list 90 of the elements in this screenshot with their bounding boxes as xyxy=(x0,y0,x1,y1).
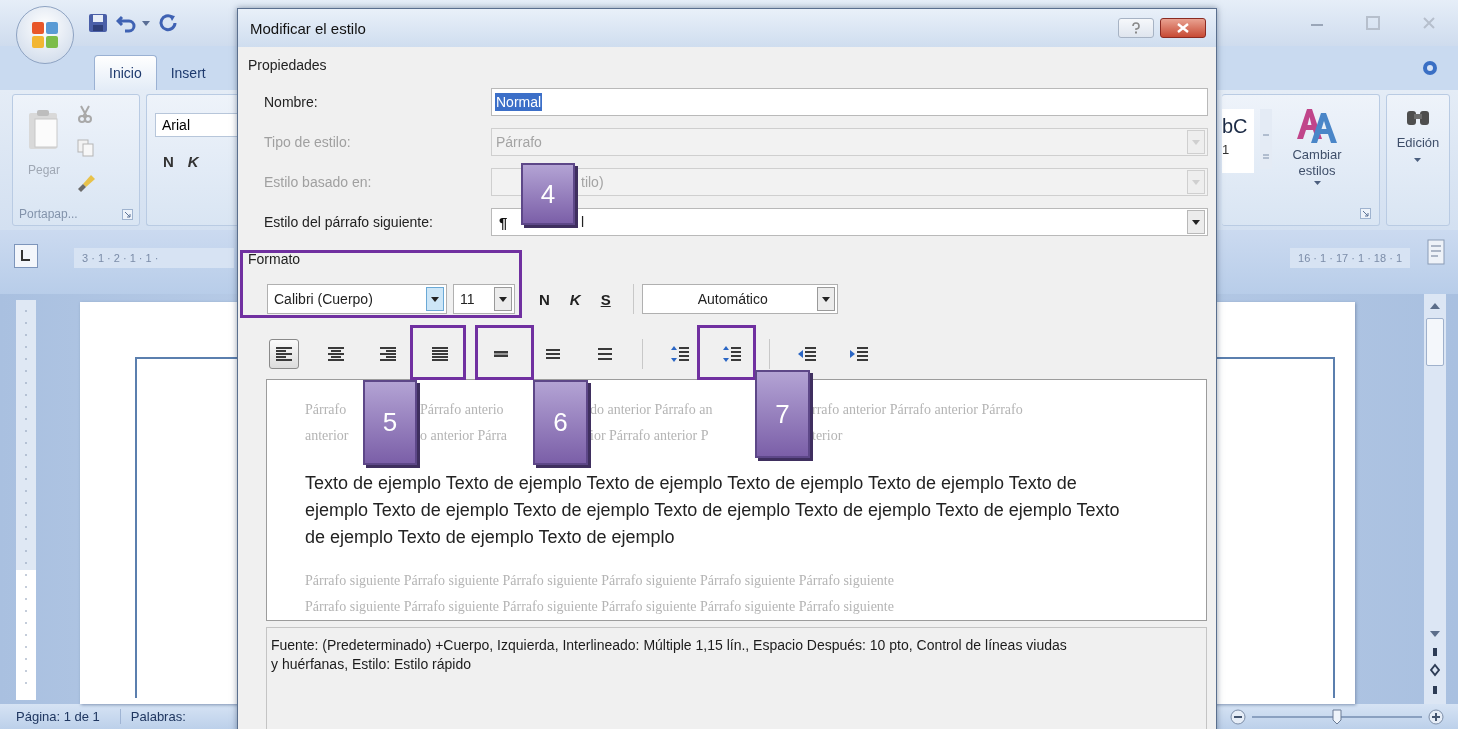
help-button[interactable] xyxy=(1118,18,1154,38)
underline-button[interactable]: S xyxy=(600,290,611,308)
editing-button[interactable]: Edición xyxy=(1396,107,1440,163)
field-value: Párrafo xyxy=(495,133,543,151)
callout-number: 4 xyxy=(521,163,575,225)
close-button[interactable] xyxy=(1160,18,1206,38)
ruler-toggle-icon[interactable] xyxy=(1426,238,1446,266)
style-name: 1 xyxy=(1222,142,1231,157)
paragraph-spacing-icon xyxy=(670,345,690,363)
next-paragraph-text: Párrafo siguiente Párrafo siguiente Párrafo siguiente Párrafo siguiente Párrafo siguiente Párrafo siguiente xyxy=(305,573,894,590)
window-title: Modificar el estilo xyxy=(250,19,366,37)
zoom-in-icon[interactable] xyxy=(1428,708,1444,725)
color-dropdown[interactable]: Automático xyxy=(641,284,838,314)
scrollbar[interactable] xyxy=(1424,294,1446,704)
slider-thumb-icon[interactable] xyxy=(1332,708,1342,725)
ribbon-tab[interactable]: Insert xyxy=(156,56,213,90)
paragraph-spacing-icon xyxy=(722,345,742,363)
horizontal-ruler: 16 · 1 · 17 · 1 · 18 · 1 xyxy=(1290,248,1410,268)
field-label: Nombre: xyxy=(264,94,319,110)
double-spacing-icon xyxy=(595,345,615,363)
field-value: tilo) xyxy=(580,173,605,191)
sample-text: Texto de ejemplo Texto de ejemplo Texto de ejemplo Texto de ejemplo Texto de ejemplo Texto de ejemplo Texto de ejemplo Texto de ejemplo Texto de ejemplo Texto de ejemplo Texto de ejemplo Texto de ejemplo Texto de ejemplo Texto de ejemplo xyxy=(305,471,1121,549)
field-label: Estilo del párrafo siguiente: xyxy=(264,214,434,230)
launcher-icon[interactable] xyxy=(1360,208,1371,219)
align-center-icon xyxy=(326,345,346,363)
paragraph-mark: ¶ xyxy=(499,213,508,231)
style-gallery[interactable]: bC 1 xyxy=(1222,109,1254,173)
change-styles-button[interactable]: Cambiar estilos xyxy=(1282,105,1352,225)
italic-button[interactable]: K xyxy=(569,290,581,308)
scroll-up-icon[interactable] xyxy=(1430,302,1440,310)
save-icon[interactable] xyxy=(88,13,108,33)
bold-button[interactable]: N xyxy=(163,153,174,170)
highlight-frame xyxy=(410,325,466,380)
bold-button[interactable]: N xyxy=(539,290,550,308)
page-count[interactable]: Página: 1 de 1 xyxy=(16,709,100,724)
browse-icon[interactable] xyxy=(1430,646,1440,696)
previous-paragraph-text: Párrafo xyxy=(305,401,347,418)
help-icon[interactable] xyxy=(1422,60,1438,76)
zoom-slider[interactable] xyxy=(1230,708,1444,725)
italic-button[interactable]: K xyxy=(187,153,199,170)
field-value: l xyxy=(580,213,586,231)
size-dropdown[interactable]: 11 xyxy=(453,284,515,314)
previous-paragraph-text: do anterior Párrafo an xyxy=(590,401,713,418)
question-icon xyxy=(1131,22,1141,34)
field-value: Normal xyxy=(495,93,543,111)
caret-icon xyxy=(1414,158,1422,163)
align-right-icon xyxy=(378,345,398,363)
callout-number: 5 xyxy=(363,380,417,465)
justify-icon xyxy=(430,345,450,363)
next-paragraph-text: Párrafo siguiente Párrafo siguiente Párrafo siguiente Párrafo siguiente Párrafo siguiente Párrafo siguiente xyxy=(305,599,894,616)
decrease-indent-icon xyxy=(797,345,817,363)
increase-indent-icon xyxy=(849,345,869,363)
scroll-down-icon[interactable] xyxy=(1430,630,1440,638)
field-label: Tipo de estilo: xyxy=(264,134,352,150)
clipboard-icon xyxy=(27,109,61,151)
field-label: Estilo basado en: xyxy=(264,174,373,190)
brush-icon[interactable] xyxy=(77,173,97,193)
highlight-frame xyxy=(475,325,534,380)
group-label: Portapap... xyxy=(19,207,78,221)
scroll-thumb[interactable] xyxy=(1426,318,1444,366)
align-left-icon xyxy=(274,345,294,363)
previous-paragraph-text: terior xyxy=(812,427,843,444)
name-field[interactable]: Normal xyxy=(491,88,1208,116)
callout-number: 7 xyxy=(755,370,810,458)
previous-paragraph-text: rrafo anterior Párrafo anterior Párrafo xyxy=(812,401,1023,418)
callout-number: 6 xyxy=(533,380,588,465)
section-heading: Propiedades xyxy=(248,57,328,75)
office-logo-icon xyxy=(30,20,60,50)
style-dropdown[interactable]: ¶ l xyxy=(491,208,1208,236)
ribbon-tab[interactable]: Inicio xyxy=(94,55,157,90)
font-dropdown[interactable]: Calibri (Cuerpo) xyxy=(267,284,447,314)
word-count[interactable]: Palabras: xyxy=(119,709,186,724)
align-left-button[interactable] xyxy=(269,339,299,369)
highlight-frame xyxy=(697,325,756,380)
style-description: Fuente: (Predeterminado) +Cuerpo, Izquierda, Interlineado: Múltiple 1,15 lín., Espacio Después: 10 pto, Control de líneas viudas y huérfanas, Estilo: Estilo rápido xyxy=(271,636,1068,674)
redo-icon[interactable] xyxy=(158,13,178,33)
close-icon xyxy=(1177,23,1189,33)
undo-icon[interactable] xyxy=(116,13,138,33)
dropdown-icon[interactable] xyxy=(142,19,150,27)
previous-paragraph-text: anterior xyxy=(305,427,349,444)
style-preview: bC xyxy=(1222,115,1249,138)
zoom-out-icon[interactable] xyxy=(1230,708,1246,725)
horizontal-ruler: 3 · 1 · 2 · 1 · 1 · xyxy=(74,248,234,268)
previous-paragraph-text: o anterior Párra xyxy=(420,427,508,444)
launcher-icon[interactable] xyxy=(122,208,133,220)
previous-paragraph-text: ior Párrafo anterior P xyxy=(590,427,709,444)
section-heading: Formato xyxy=(248,251,302,269)
tab-selector-icon[interactable] xyxy=(14,244,38,268)
previous-paragraph-text: Párrafo anterio xyxy=(420,401,504,418)
caret-icon xyxy=(1313,181,1321,186)
